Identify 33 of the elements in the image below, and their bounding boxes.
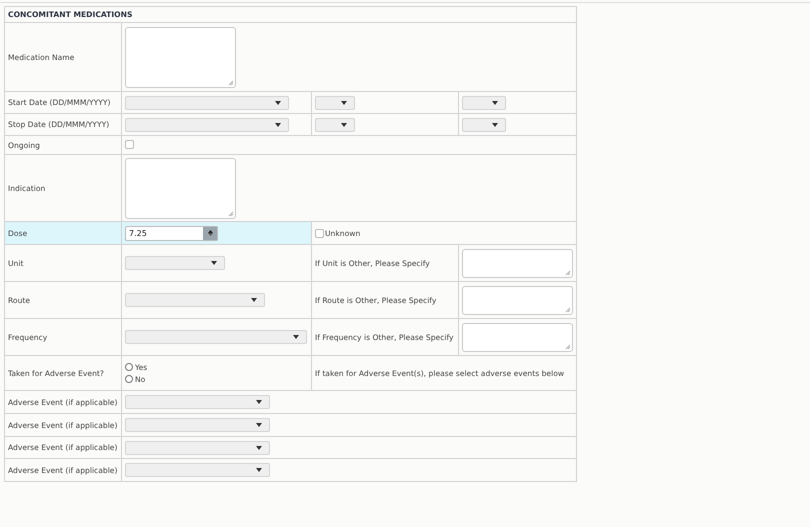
caret-icon [256, 400, 262, 404]
number-field[interactable]: 7.25 [125, 226, 218, 240]
caret-icon [256, 446, 262, 450]
spinner-icon[interactable] [203, 226, 217, 240]
resize-grip-icon[interactable] [565, 306, 571, 312]
dropdown[interactable] [315, 118, 355, 132]
caret-icon [492, 122, 498, 126]
caret-icon [275, 100, 281, 104]
caret-icon [256, 468, 262, 472]
checkbox[interactable] [125, 140, 134, 148]
caret-icon [275, 122, 281, 126]
text-area[interactable] [462, 248, 573, 278]
radio-button[interactable] [125, 363, 133, 371]
dropdown[interactable] [462, 118, 506, 132]
caret-icon [256, 423, 262, 427]
caret-icon [492, 100, 498, 104]
dropdown[interactable] [315, 96, 355, 110]
text-area[interactable] [462, 322, 573, 352]
caret-icon [211, 261, 217, 265]
resize-grip-icon[interactable] [228, 210, 234, 216]
caret-icon [251, 298, 257, 302]
caret-icon [341, 122, 347, 126]
resize-grip-icon[interactable] [228, 80, 234, 86]
radio-button[interactable] [125, 375, 133, 383]
caret-icon [341, 100, 347, 104]
text-area[interactable] [462, 286, 573, 314]
caret-icon [293, 335, 299, 339]
checkbox[interactable] [315, 228, 324, 238]
resize-grip-icon[interactable] [565, 270, 571, 276]
text-area[interactable] [125, 26, 236, 88]
text-area[interactable] [125, 158, 236, 218]
resize-grip-icon[interactable] [565, 344, 571, 350]
dropdown[interactable] [462, 96, 506, 110]
